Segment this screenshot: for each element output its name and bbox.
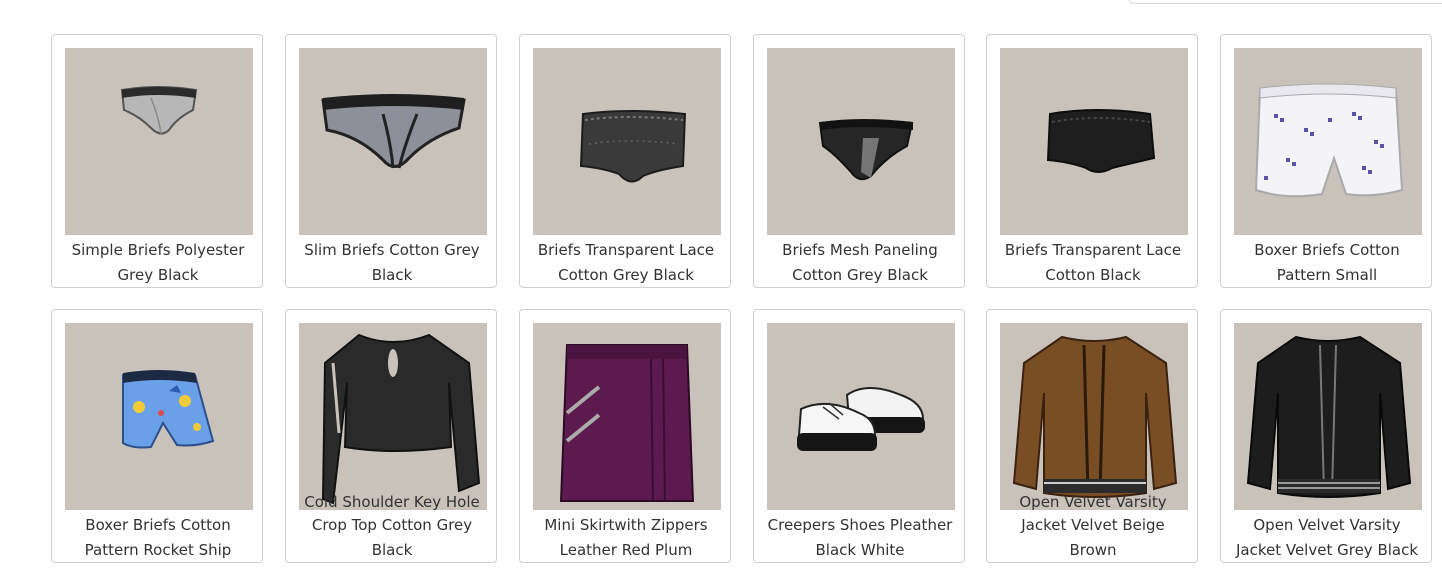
lace-briefs-icon xyxy=(579,110,687,183)
product-thumbnail[interactable] xyxy=(767,323,955,510)
briefs-grey-icon xyxy=(120,86,198,135)
boxer-briefs-pattern-icon xyxy=(1254,83,1404,198)
search-box-edge[interactable] xyxy=(1128,0,1442,4)
product-thumbnail[interactable] xyxy=(1234,323,1422,510)
product-card[interactable]: Creepers Shoes Pleather Black White xyxy=(753,309,965,563)
product-thumbnail[interactable] xyxy=(299,323,487,510)
varsity-jacket-black-icon xyxy=(1246,335,1412,498)
product-name[interactable]: Briefs Transparent Lace Cotton Grey Black xyxy=(520,238,732,288)
product-name[interactable]: Mini Skirtwith Zippers Leather Red Plum xyxy=(520,513,732,563)
boxer-briefs-rocket-icon xyxy=(122,370,215,449)
product-card[interactable]: Simple Briefs Polyester Grey Black xyxy=(51,34,263,288)
product-thumbnail[interactable] xyxy=(1234,48,1422,235)
product-thumbnail[interactable] xyxy=(299,48,487,235)
product-name-overflow: Open Velvet Varsity xyxy=(1019,493,1167,511)
product-card[interactable]: Boxer Briefs Cotton Pattern Small xyxy=(1220,34,1432,288)
product-name[interactable]: Simple Briefs Polyester Grey Black xyxy=(52,238,264,288)
product-thumbnail[interactable] xyxy=(1000,48,1188,235)
product-card[interactable]: Slim Briefs Cotton Grey Black xyxy=(285,34,497,288)
slim-briefs-icon xyxy=(321,94,466,169)
product-name[interactable]: Briefs Transparent Lace Cotton Black xyxy=(987,238,1199,288)
product-name[interactable]: Boxer Briefs Cotton Pattern Small xyxy=(1221,238,1433,288)
product-name[interactable]: Briefs Mesh Paneling Cotton Grey Black xyxy=(754,238,966,288)
mesh-briefs-icon xyxy=(818,119,914,181)
product-name[interactable]: Open Velvet Varsity Jacket Velvet Grey Bl… xyxy=(1221,513,1433,563)
product-name-overflow: Cold Shoulder Key Hole xyxy=(304,493,480,511)
creepers-shoes-icon xyxy=(797,387,925,451)
product-name[interactable]: Jacket Velvet Beige Brown xyxy=(987,513,1199,563)
varsity-jacket-brown-icon xyxy=(1012,335,1178,498)
product-thumbnail[interactable] xyxy=(533,48,721,235)
product-thumbnail[interactable] xyxy=(65,48,253,235)
product-card[interactable]: Open Velvet Varsity Jacket Velvet Grey Bl… xyxy=(1220,309,1432,563)
mini-skirt-icon xyxy=(559,344,695,502)
product-card[interactable]: Mini Skirtwith Zippers Leather Red Plum xyxy=(519,309,731,563)
product-card[interactable]: Open Velvet Varsity Jacket Velvet Beige B… xyxy=(986,309,1198,563)
product-name[interactable]: Slim Briefs Cotton Grey Black xyxy=(286,238,498,288)
product-card[interactable]: Briefs Transparent Lace Cotton Grey Black xyxy=(519,34,731,288)
product-name[interactable]: Crop Top Cotton Grey Black xyxy=(286,513,498,563)
product-card[interactable]: Briefs Mesh Paneling Cotton Grey Black xyxy=(753,34,965,288)
product-thumbnail[interactable] xyxy=(1000,323,1188,510)
product-card[interactable]: Briefs Transparent Lace Cotton Black xyxy=(986,34,1198,288)
product-thumbnail[interactable] xyxy=(767,48,955,235)
product-card[interactable]: Boxer Briefs Cotton Pattern Rocket Ship xyxy=(51,309,263,563)
product-name[interactable]: Boxer Briefs Cotton Pattern Rocket Ship xyxy=(52,513,264,563)
product-card[interactable]: Cold Shoulder Key Hole Crop Top Cotton G… xyxy=(285,309,497,563)
product-thumbnail[interactable] xyxy=(533,323,721,510)
lace-briefs-black-icon xyxy=(1046,109,1156,173)
crop-top-icon xyxy=(321,333,481,505)
product-name[interactable]: Creepers Shoes Pleather Black White xyxy=(754,513,966,563)
product-thumbnail[interactable] xyxy=(65,323,253,510)
